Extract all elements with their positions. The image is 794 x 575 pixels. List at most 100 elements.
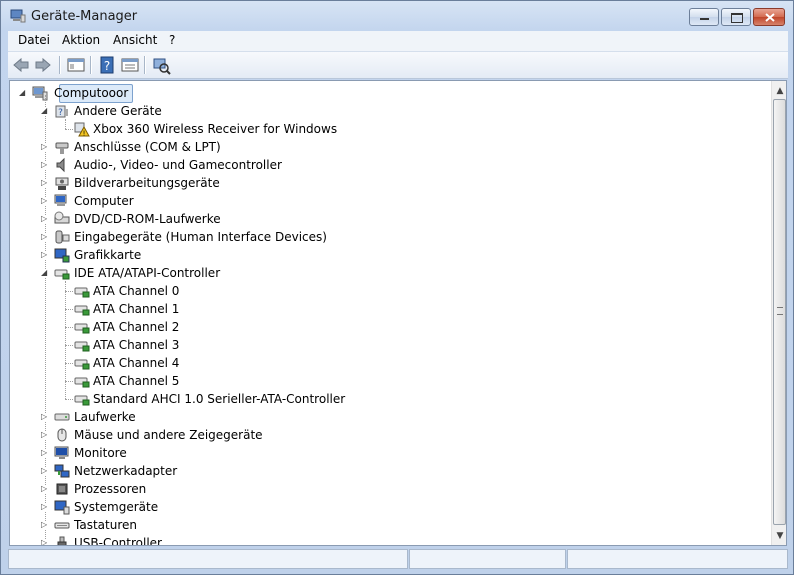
- expand-toggle-icon[interactable]: ▷: [41, 449, 49, 457]
- expand-toggle-icon[interactable]: ▷: [41, 431, 49, 439]
- unknown-device-icon: ?: [55, 105, 68, 118]
- tree-category[interactable]: ▷ Bildverarbeitungsgeräte: [10, 174, 750, 192]
- tree-category-label: Monitore: [74, 446, 127, 460]
- tree-root[interactable]: ◢ Computooor: [10, 84, 310, 102]
- tree-device[interactable]: ATA Channel 2: [10, 318, 750, 336]
- menu-bar: Datei Aktion Ansicht ?: [8, 31, 788, 52]
- show-hide-console-tree-icon[interactable]: [66, 55, 86, 75]
- tree-category[interactable]: ▷ Eingabegeräte (Human Interface Devices): [10, 228, 750, 246]
- expand-toggle-icon[interactable]: ▷: [41, 413, 49, 421]
- tree-device[interactable]: ATA Channel 0: [10, 282, 750, 300]
- tree-device[interactable]: ATA Channel 1: [10, 300, 750, 318]
- computer-icon: [54, 194, 67, 206]
- scroll-up-arrow-icon[interactable]: ▲: [772, 83, 786, 99]
- collapse-toggle-icon[interactable]: ◢: [41, 107, 49, 115]
- tree-category[interactable]: ▷ Netzwerkadapter: [10, 462, 750, 480]
- tree-category-label: Tastaturen: [74, 518, 137, 532]
- tree-category-label: Bildverarbeitungsgeräte: [74, 176, 220, 190]
- menu-datei[interactable]: Datei: [14, 32, 54, 48]
- status-cell-middle: [409, 549, 566, 569]
- tree-device[interactable]: ATA Channel 4: [10, 354, 750, 372]
- expand-toggle-icon[interactable]: ▷: [41, 143, 49, 151]
- controller-icon: [74, 287, 90, 298]
- tree-category-label: Mäuse und andere Zeigegeräte: [74, 428, 263, 442]
- tree-category[interactable]: ▷ Anschlüsse (COM & LPT): [10, 138, 750, 156]
- expand-toggle-icon[interactable]: ▷: [41, 503, 49, 511]
- svg-text:?: ?: [58, 108, 63, 118]
- tree-guide-line: [65, 309, 73, 310]
- expand-toggle-icon[interactable]: ▷: [41, 467, 49, 475]
- device-tree[interactable]: ◢ Computooor ◢? Andere Geräte! Xbox 360 Wi…: [10, 81, 770, 545]
- tree-category-label: DVD/CD-ROM-Laufwerke: [74, 212, 221, 226]
- controller-icon: [54, 269, 70, 280]
- disc-drive-icon: [54, 211, 70, 224]
- collapse-toggle-icon[interactable]: ◢: [19, 89, 27, 97]
- tree-device-label: ATA Channel 5: [93, 374, 180, 388]
- close-button[interactable]: [753, 8, 785, 26]
- tree-guide-line: [65, 363, 73, 364]
- controller-icon: [74, 377, 90, 388]
- toolbar-separator: [144, 56, 146, 74]
- back-arrow-icon[interactable]: [11, 55, 31, 75]
- tree-category[interactable]: ▷ Prozessoren: [10, 480, 750, 498]
- tree-device-label: ATA Channel 2: [93, 320, 180, 334]
- tree-category[interactable]: ▷ Grafikkarte: [10, 246, 750, 264]
- scan-hardware-icon[interactable]: [151, 55, 171, 75]
- help-icon[interactable]: ?: [97, 55, 117, 75]
- tree-category-label: Prozessoren: [74, 482, 147, 496]
- keyboard-icon: [54, 522, 70, 529]
- tree-device[interactable]: ! Xbox 360 Wireless Receiver for Windows: [10, 120, 750, 138]
- menu-ansicht[interactable]: Ansicht: [109, 32, 161, 48]
- tree-device[interactable]: Standard AHCI 1.0 Serieller-ATA-Controll…: [10, 390, 750, 408]
- maximize-button[interactable]: [721, 8, 751, 26]
- expand-toggle-icon[interactable]: ▷: [41, 539, 49, 545]
- tree-category-label: Anschlüsse (COM & LPT): [74, 140, 221, 154]
- tree-category[interactable]: ▷ Systemgeräte: [10, 498, 750, 516]
- window-title: Geräte-Manager: [31, 9, 138, 24]
- tree-guide-line: [65, 381, 73, 382]
- tree-guide-line: [65, 291, 73, 292]
- tree-category[interactable]: ▷ Laufwerke: [10, 408, 750, 426]
- drive-icon: [54, 413, 70, 421]
- expand-toggle-icon[interactable]: ▷: [41, 197, 49, 205]
- tree-category[interactable]: ◢ IDE ATA/ATAPI-Controller: [10, 264, 750, 282]
- tree-category[interactable]: ▷ Monitore: [10, 444, 750, 462]
- warning-device-icon: !: [74, 122, 90, 138]
- tree-category-label: Grafikkarte: [74, 248, 142, 262]
- tree-category[interactable]: ▷ Mäuse und andere Zeigegeräte: [10, 426, 750, 444]
- tree-device-label: Xbox 360 Wireless Receiver for Windows: [93, 122, 338, 136]
- scroll-thumb[interactable]: [773, 99, 786, 525]
- tree-category[interactable]: ▷ USB-Controller: [10, 534, 750, 545]
- expand-toggle-icon[interactable]: ▷: [41, 233, 49, 241]
- expand-toggle-icon[interactable]: ▷: [41, 521, 49, 529]
- collapse-toggle-icon[interactable]: ◢: [41, 269, 49, 277]
- scroll-down-arrow-icon[interactable]: ▼: [772, 528, 786, 544]
- menu-aktion[interactable]: Aktion: [58, 32, 104, 48]
- minimize-button[interactable]: [689, 8, 719, 26]
- svg-text:!: !: [83, 130, 86, 138]
- tree-device[interactable]: ATA Channel 3: [10, 336, 750, 354]
- controller-icon: [74, 341, 90, 352]
- expand-toggle-icon[interactable]: ▷: [41, 161, 49, 169]
- menu-help[interactable]: ?: [165, 32, 179, 48]
- display-adapter-icon: [54, 248, 70, 263]
- close-icon: [765, 13, 775, 22]
- properties-icon[interactable]: [120, 55, 140, 75]
- tree-device-label: ATA Channel 1: [93, 302, 180, 316]
- tree-category[interactable]: ▷ Tastaturen: [10, 516, 750, 534]
- tree-guide-line: [65, 119, 66, 129]
- expand-toggle-icon[interactable]: ▷: [41, 179, 49, 187]
- hid-icon: [55, 230, 70, 244]
- tree-category[interactable]: ◢? Andere Geräte: [10, 102, 750, 120]
- expand-toggle-icon[interactable]: ▷: [41, 215, 49, 223]
- tree-category[interactable]: ▷ Computer: [10, 192, 750, 210]
- vertical-scrollbar[interactable]: ▲ ▼: [771, 81, 786, 545]
- forward-arrow-icon[interactable]: [33, 55, 53, 75]
- system-device-icon: [54, 500, 70, 515]
- tree-device[interactable]: ATA Channel 5: [10, 372, 750, 390]
- title-bar[interactable]: Geräte-Manager: [1, 1, 793, 31]
- expand-toggle-icon[interactable]: ▷: [41, 485, 49, 493]
- tree-category[interactable]: ▷ DVD/CD-ROM-Laufwerke: [10, 210, 750, 228]
- expand-toggle-icon[interactable]: ▷: [41, 251, 49, 259]
- tree-category[interactable]: ▷ Audio-, Video- und Gamecontroller: [10, 156, 750, 174]
